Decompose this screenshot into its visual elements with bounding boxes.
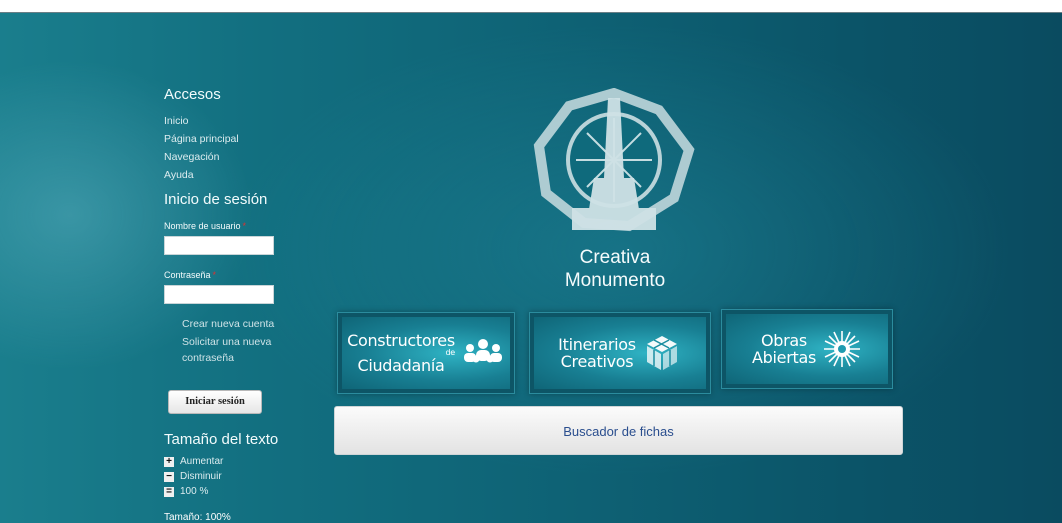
text-size-reset[interactable]: = 100 % <box>164 486 208 497</box>
text-size-title: Tamaño del texto <box>164 431 279 448</box>
password-input[interactable] <box>164 285 274 304</box>
text-size-decrease[interactable]: − Disminuir <box>164 471 222 482</box>
monument-logo <box>533 88 695 232</box>
banner-obras[interactable]: Obras Abiertas <box>721 309 893 389</box>
minus-icon: − <box>164 471 174 482</box>
banner-constructores[interactable]: Constructores de Ciudadanía <box>337 312 515 394</box>
required-mark: * <box>212 270 217 280</box>
banner-itinerarios[interactable]: Itinerarios Creativos <box>529 312 711 394</box>
nav-item-navegacion[interactable]: Navegación <box>164 148 239 166</box>
accesos-title: Accesos <box>164 86 221 103</box>
login-title: Inicio de sesión <box>164 191 268 208</box>
nav-item-inicio[interactable]: Inicio <box>164 112 239 130</box>
username-input[interactable] <box>164 236 274 255</box>
text-size-current: Tamaño: 100% <box>164 512 231 523</box>
nav-item-ayuda[interactable]: Ayuda <box>164 166 239 184</box>
banner-obras-label: Obras Abiertas <box>752 331 816 367</box>
equals-icon: = <box>164 486 174 497</box>
banner-itinerarios-label: Itinerarios Creativos <box>558 335 636 371</box>
username-label: Nombre de usuario * <box>164 221 247 231</box>
nav-item-pagina-principal[interactable]: Página principal <box>164 130 239 148</box>
sunburst-icon <box>823 331 860 367</box>
create-account-link[interactable]: Crear nueva cuenta <box>182 316 302 332</box>
plus-icon: + <box>164 456 174 467</box>
password-label: Contraseña * <box>164 270 217 280</box>
buscador-fichas-button[interactable]: Buscador de fichas <box>334 406 903 455</box>
cube-icon <box>646 336 677 370</box>
people-group-icon <box>463 339 502 363</box>
top-bar <box>0 0 1062 13</box>
text-size-increase[interactable]: + Aumentar <box>164 456 223 467</box>
required-mark: * <box>242 221 247 231</box>
request-password-link[interactable]: Solicitar una nueva contraseña <box>182 334 302 366</box>
accesos-nav: Inicio Página principal Navegación Ayuda <box>164 112 239 184</box>
login-button[interactable]: Iniciar sesión <box>168 390 262 414</box>
logo-text: Creativa Monumento <box>564 247 666 291</box>
account-links: Crear nueva cuenta Solicitar una nueva c… <box>182 316 302 368</box>
banner-constructores-label: Constructores de Ciudadanía <box>347 331 455 375</box>
